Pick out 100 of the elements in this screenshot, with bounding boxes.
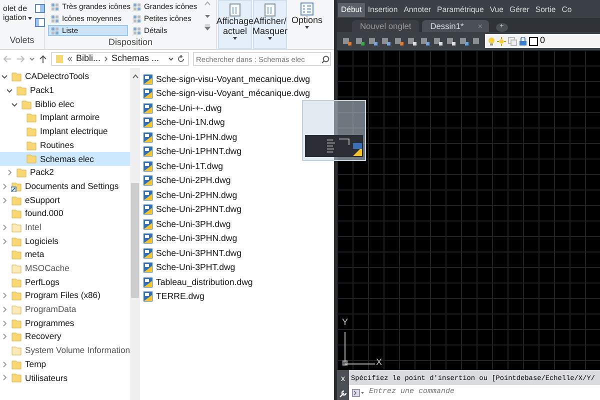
view-button[interactable]: Afficher/ Masquer bbox=[253, 0, 287, 49]
layer-tool-icon[interactable] bbox=[433, 36, 443, 46]
close-button[interactable]: x bbox=[341, 372, 345, 384]
dwg-file-icon bbox=[143, 102, 153, 114]
file-item[interactable]: TERRE.dwg bbox=[143, 290, 204, 304]
group-label: Disposition bbox=[107, 36, 154, 49]
layer-tool-icon[interactable] bbox=[407, 36, 417, 46]
file-item[interactable]: Sche-Uni-3PHT.dwg bbox=[143, 260, 236, 275]
chevron-icon bbox=[104, 56, 109, 62]
refresh-icon[interactable] bbox=[177, 55, 185, 63]
view-button[interactable]: Options bbox=[290, 0, 324, 49]
collapse-chevron-icon[interactable] bbox=[11, 100, 18, 108]
tree-item[interactable]: Program Files (x86) bbox=[0, 289, 130, 303]
file-item[interactable]: Sche-Uni-2PH.dwg bbox=[143, 174, 231, 188]
document-tab[interactable]: Dessin1* × bbox=[422, 20, 489, 32]
dwg-file-icon bbox=[143, 132, 153, 143]
dwg-file-icon bbox=[143, 262, 153, 274]
tree-item[interactable]: Routines bbox=[0, 138, 130, 152]
file-item[interactable]: Sche-Uni-2PHNT.dwg bbox=[143, 202, 242, 217]
view-button[interactable]: Affichage actuel bbox=[218, 0, 252, 49]
expand-chevron-icon[interactable] bbox=[1, 292, 8, 300]
tree-item[interactable]: Intel bbox=[0, 220, 130, 234]
tree-item[interactable]: ProgramData bbox=[0, 302, 130, 316]
file-item[interactable]: Sche-Uni-1PHN.dwg bbox=[143, 130, 238, 144]
expand-chevron-icon[interactable] bbox=[1, 182, 8, 190]
expand-chevron-icon[interactable] bbox=[1, 196, 8, 204]
tree-item[interactable]: Recovery bbox=[0, 330, 130, 344]
dwg-file-icon bbox=[143, 190, 153, 201]
dwg-file-icon bbox=[143, 291, 153, 302]
dwg-file-icon bbox=[143, 74, 153, 85]
view-icon bbox=[133, 14, 141, 22]
dwg-file-icon bbox=[143, 276, 153, 288]
dwg-file-icon bbox=[143, 218, 153, 230]
expand-chevron-icon[interactable] bbox=[1, 360, 8, 368]
scrollbar[interactable] bbox=[130, 68, 140, 400]
layer-tool-icon[interactable] bbox=[342, 36, 352, 46]
expand-chevron-icon[interactable] bbox=[1, 238, 8, 245]
file-item[interactable]: Sche-Uni-1PHNT.dwg bbox=[143, 144, 242, 159]
layer-tool-icon[interactable] bbox=[446, 36, 456, 46]
dropdown-icon[interactable] bbox=[168, 57, 174, 61]
layer-dropdown[interactable]: 0 bbox=[485, 34, 600, 48]
file-item[interactable]: Sche-Uni-1N.dwg bbox=[143, 116, 225, 130]
pane-layout-icon[interactable] bbox=[34, 4, 45, 13]
layer-tool-icon[interactable] bbox=[394, 36, 404, 46]
file-item[interactable]: Sche-Uni-+-.dwg bbox=[143, 101, 222, 116]
expand-chevron-icon[interactable] bbox=[6, 169, 13, 176]
tree-item[interactable]: MSOCache bbox=[0, 262, 130, 276]
expand-chevron-icon[interactable] bbox=[1, 333, 8, 340]
tree-item[interactable]: Biblio elec bbox=[0, 97, 130, 112]
overflow-chevron-icon[interactable] bbox=[67, 56, 73, 62]
tree-item[interactable]: Utilisateurs bbox=[0, 371, 130, 385]
dropdown-icon[interactable] bbox=[29, 57, 35, 61]
file-item[interactable]: Sche-Uni-3PHNT.dwg bbox=[143, 246, 242, 260]
document-tab[interactable]: Nouvel onglet bbox=[352, 20, 420, 32]
collapse-chevron-icon[interactable] bbox=[6, 87, 13, 94]
dwg-file-icon bbox=[143, 204, 153, 216]
lightbulb-icon bbox=[488, 36, 495, 46]
tree-item[interactable]: PerfLogs bbox=[0, 275, 130, 289]
expand-chevron-icon[interactable] bbox=[1, 320, 8, 327]
expand-chevron-icon[interactable] bbox=[1, 374, 8, 382]
navigation-pane-button[interactable]: olet de igation bbox=[3, 0, 33, 22]
wrench-icon[interactable] bbox=[339, 390, 347, 398]
file-item[interactable]: Sche-sign-visu-Voyant_mécanique.dwg bbox=[143, 86, 310, 101]
tree-item[interactable]: Logiciels bbox=[0, 234, 130, 248]
tree-item[interactable]: eSupport bbox=[0, 193, 130, 207]
up-arrow-icon[interactable] bbox=[39, 54, 47, 64]
file-item[interactable]: Sche-Uni-1T.dwg bbox=[143, 159, 223, 174]
file-item[interactable]: Sche-Uni-3PH.dwg bbox=[143, 217, 231, 232]
tree-item[interactable]: Pack2 bbox=[0, 166, 130, 180]
breadcrumb-item[interactable]: Bibli... bbox=[76, 52, 101, 66]
layer-tool-icon[interactable] bbox=[381, 36, 391, 46]
tree-item[interactable]: meta bbox=[0, 248, 130, 262]
tree-item[interactable]: CADelectroTools bbox=[0, 70, 130, 84]
expand-chevron-icon[interactable] bbox=[1, 224, 8, 231]
tree-item[interactable]: Pack1 bbox=[0, 84, 130, 98]
drawing-canvas[interactable]: Y X bbox=[337, 50, 600, 370]
tree-item[interactable]: Programmes bbox=[0, 316, 130, 330]
dwg-file-icon bbox=[143, 117, 153, 128]
layer-tool-icon[interactable] bbox=[420, 36, 430, 46]
tree-item[interactable]: Temp bbox=[0, 357, 130, 372]
layer-tool-icon[interactable] bbox=[368, 36, 378, 46]
tree-item[interactable]: System Volume Information bbox=[0, 344, 130, 358]
file-item[interactable]: Tableau_distribution.dwg bbox=[143, 275, 253, 290]
viewport-icon bbox=[508, 36, 517, 46]
expand-chevron-icon[interactable] bbox=[1, 306, 8, 314]
breadcrumb-item[interactable]: Schemas ... bbox=[112, 52, 160, 66]
lock-icon bbox=[519, 36, 527, 46]
file-item[interactable]: Sche-sign-visu-Voyant_mecanique.dwg bbox=[143, 72, 310, 86]
layer-tool-icon[interactable] bbox=[355, 36, 365, 46]
tree-item[interactable]: Implant armoire bbox=[0, 111, 130, 125]
collapse-chevron-icon[interactable] bbox=[1, 73, 8, 80]
layer-tool-icon[interactable] bbox=[459, 36, 469, 46]
tree-item[interactable]: Implant electrique bbox=[0, 124, 130, 138]
file-item[interactable]: Sche-Uni-3PHN.dwg bbox=[143, 232, 238, 246]
tree-item[interactable]: found.000 bbox=[0, 206, 130, 221]
tree-item[interactable]: Documents and Settings bbox=[0, 180, 130, 194]
tree-item[interactable]: Schemas elec bbox=[0, 152, 130, 166]
file-item[interactable]: Sche-Uni-2PHN.dwg bbox=[143, 188, 238, 202]
layer-tool-icon[interactable] bbox=[472, 36, 482, 46]
pane-layout-icon[interactable] bbox=[34, 18, 45, 26]
